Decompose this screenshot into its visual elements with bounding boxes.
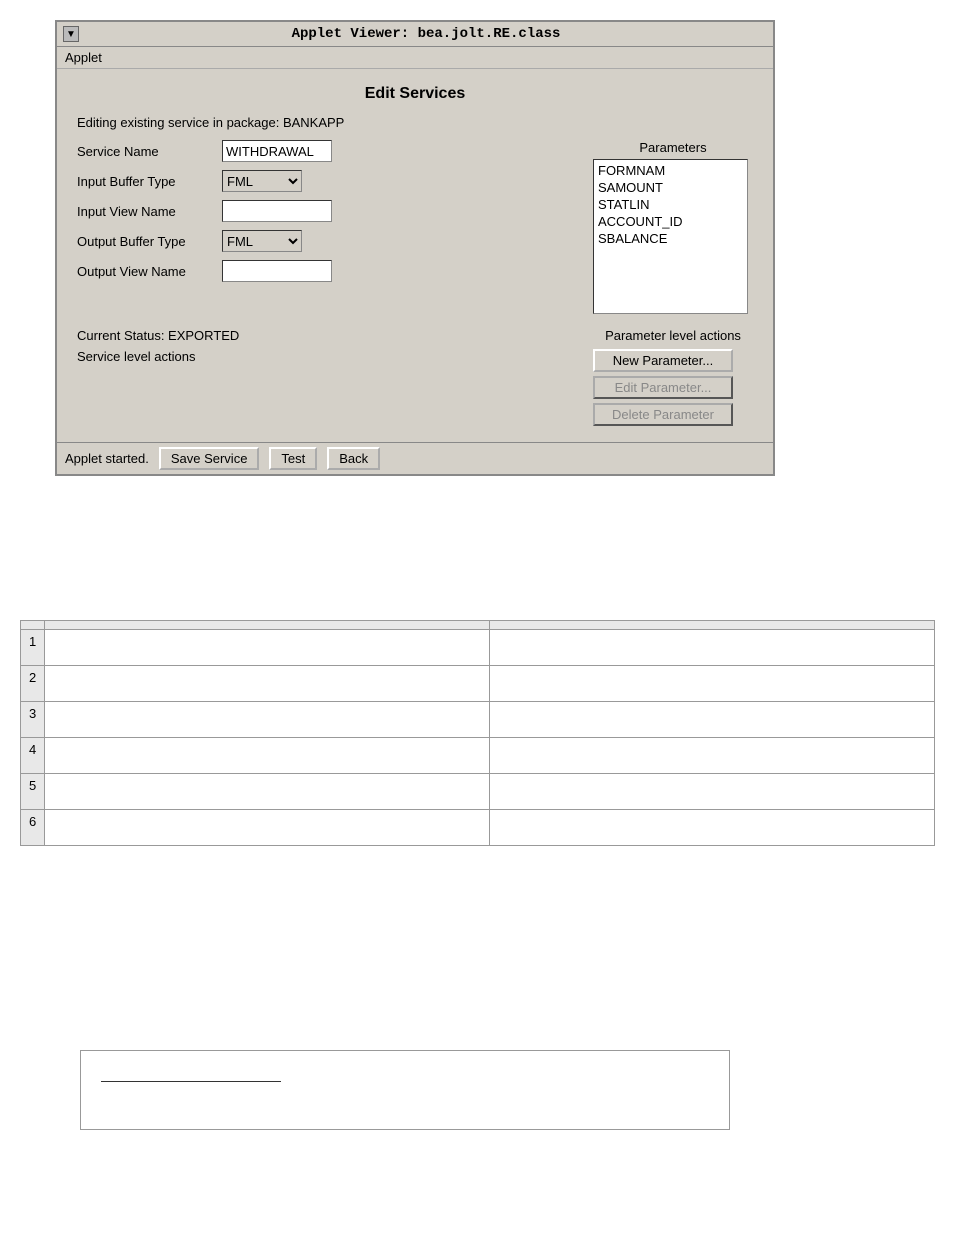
data-table-section: 123456 <box>20 620 935 846</box>
form-right: Parameters FORMNAM SAMOUNT STATLIN ACCOU… <box>593 140 753 314</box>
form-area: Service Name Input Buffer Type FML VIEW … <box>77 140 753 314</box>
window-menubar: Applet <box>57 47 773 69</box>
output-view-name-row: Output View Name <box>77 260 573 282</box>
input-view-name-input[interactable] <box>222 200 332 222</box>
table-cell-col2 <box>490 810 935 846</box>
row-number: 6 <box>21 810 45 846</box>
bottom-box-underline <box>101 1081 281 1082</box>
table-cell-col1 <box>45 738 490 774</box>
test-button[interactable]: Test <box>269 447 317 470</box>
table-cell-col1 <box>45 810 490 846</box>
output-buffer-type-select[interactable]: FML VIEW STRING CARRAY <box>222 230 302 252</box>
window-title: Applet Viewer: bea.jolt.RE.class <box>85 26 767 42</box>
statusbar-text: Applet started. <box>65 451 149 466</box>
output-view-name-label: Output View Name <box>77 264 222 279</box>
list-item[interactable]: SBALANCE <box>596 230 745 247</box>
subtitle: Editing existing service in package: BAN… <box>77 115 753 130</box>
back-button[interactable]: Back <box>327 447 380 470</box>
table-cell-col1 <box>45 666 490 702</box>
table-header-num <box>21 621 45 630</box>
new-parameter-button[interactable]: New Parameter... <box>593 349 733 372</box>
table-cell-col1 <box>45 774 490 810</box>
table-cell-col2 <box>490 666 935 702</box>
input-view-name-row: Input View Name <box>77 200 573 222</box>
table-row: 3 <box>21 702 935 738</box>
applet-window: ▼ Applet Viewer: bea.jolt.RE.class Apple… <box>55 20 775 476</box>
table-cell-col2 <box>490 774 935 810</box>
input-buffer-type-label: Input Buffer Type <box>77 174 222 189</box>
table-row: 2 <box>21 666 935 702</box>
data-table: 123456 <box>20 620 935 846</box>
table-cell-col1 <box>45 702 490 738</box>
list-item[interactable]: ACCOUNT_ID <box>596 213 745 230</box>
list-item[interactable]: SAMOUNT <box>596 179 745 196</box>
status-area: Current Status: EXPORTED Service level a… <box>77 328 753 430</box>
row-number: 4 <box>21 738 45 774</box>
row-number: 1 <box>21 630 45 666</box>
table-cell-col2 <box>490 738 935 774</box>
input-buffer-type-row: Input Buffer Type FML VIEW STRING CARRAY <box>77 170 573 192</box>
statusbar: Applet started. Save Service Test Back <box>57 442 773 474</box>
output-view-name-input[interactable] <box>222 260 332 282</box>
table-cell-col1 <box>45 630 490 666</box>
input-view-name-label: Input View Name <box>77 204 222 219</box>
table-row: 4 <box>21 738 935 774</box>
input-buffer-type-select[interactable]: FML VIEW STRING CARRAY <box>222 170 302 192</box>
service-name-input[interactable] <box>222 140 332 162</box>
service-level-actions-label: Service level actions <box>77 349 573 364</box>
table-cell-col2 <box>490 630 935 666</box>
service-name-row: Service Name <box>77 140 573 162</box>
window-titlebar: ▼ Applet Viewer: bea.jolt.RE.class <box>57 22 773 47</box>
table-row: 5 <box>21 774 935 810</box>
param-actions-label: Parameter level actions <box>593 328 753 343</box>
list-item[interactable]: STATLIN <box>596 196 745 213</box>
parameters-label: Parameters <box>593 140 753 155</box>
row-number: 3 <box>21 702 45 738</box>
table-cell-col2 <box>490 702 935 738</box>
table-row: 1 <box>21 630 935 666</box>
service-name-label: Service Name <box>77 144 222 159</box>
output-buffer-type-label: Output Buffer Type <box>77 234 222 249</box>
row-number: 2 <box>21 666 45 702</box>
parameters-listbox[interactable]: FORMNAM SAMOUNT STATLIN ACCOUNT_ID SBALA… <box>593 159 748 314</box>
output-buffer-type-row: Output Buffer Type FML VIEW STRING CARRA… <box>77 230 573 252</box>
list-item[interactable]: FORMNAM <box>596 162 745 179</box>
table-row: 6 <box>21 810 935 846</box>
form-left: Service Name Input Buffer Type FML VIEW … <box>77 140 573 314</box>
bottom-box <box>80 1050 730 1130</box>
window-content: Edit Services Editing existing service i… <box>57 69 773 442</box>
edit-parameter-button[interactable]: Edit Parameter... <box>593 376 733 399</box>
status-right: Parameter level actions New Parameter...… <box>593 328 753 430</box>
current-status: Current Status: EXPORTED <box>77 328 573 343</box>
table-header-col1 <box>45 621 490 630</box>
save-service-button[interactable]: Save Service <box>159 447 260 470</box>
table-header-col2 <box>490 621 935 630</box>
delete-parameter-button[interactable]: Delete Parameter <box>593 403 733 426</box>
page-title: Edit Services <box>77 85 753 103</box>
titlebar-icon: ▼ <box>63 26 79 42</box>
status-left: Current Status: EXPORTED Service level a… <box>77 328 573 364</box>
applet-menu-item[interactable]: Applet <box>65 50 102 65</box>
row-number: 5 <box>21 774 45 810</box>
